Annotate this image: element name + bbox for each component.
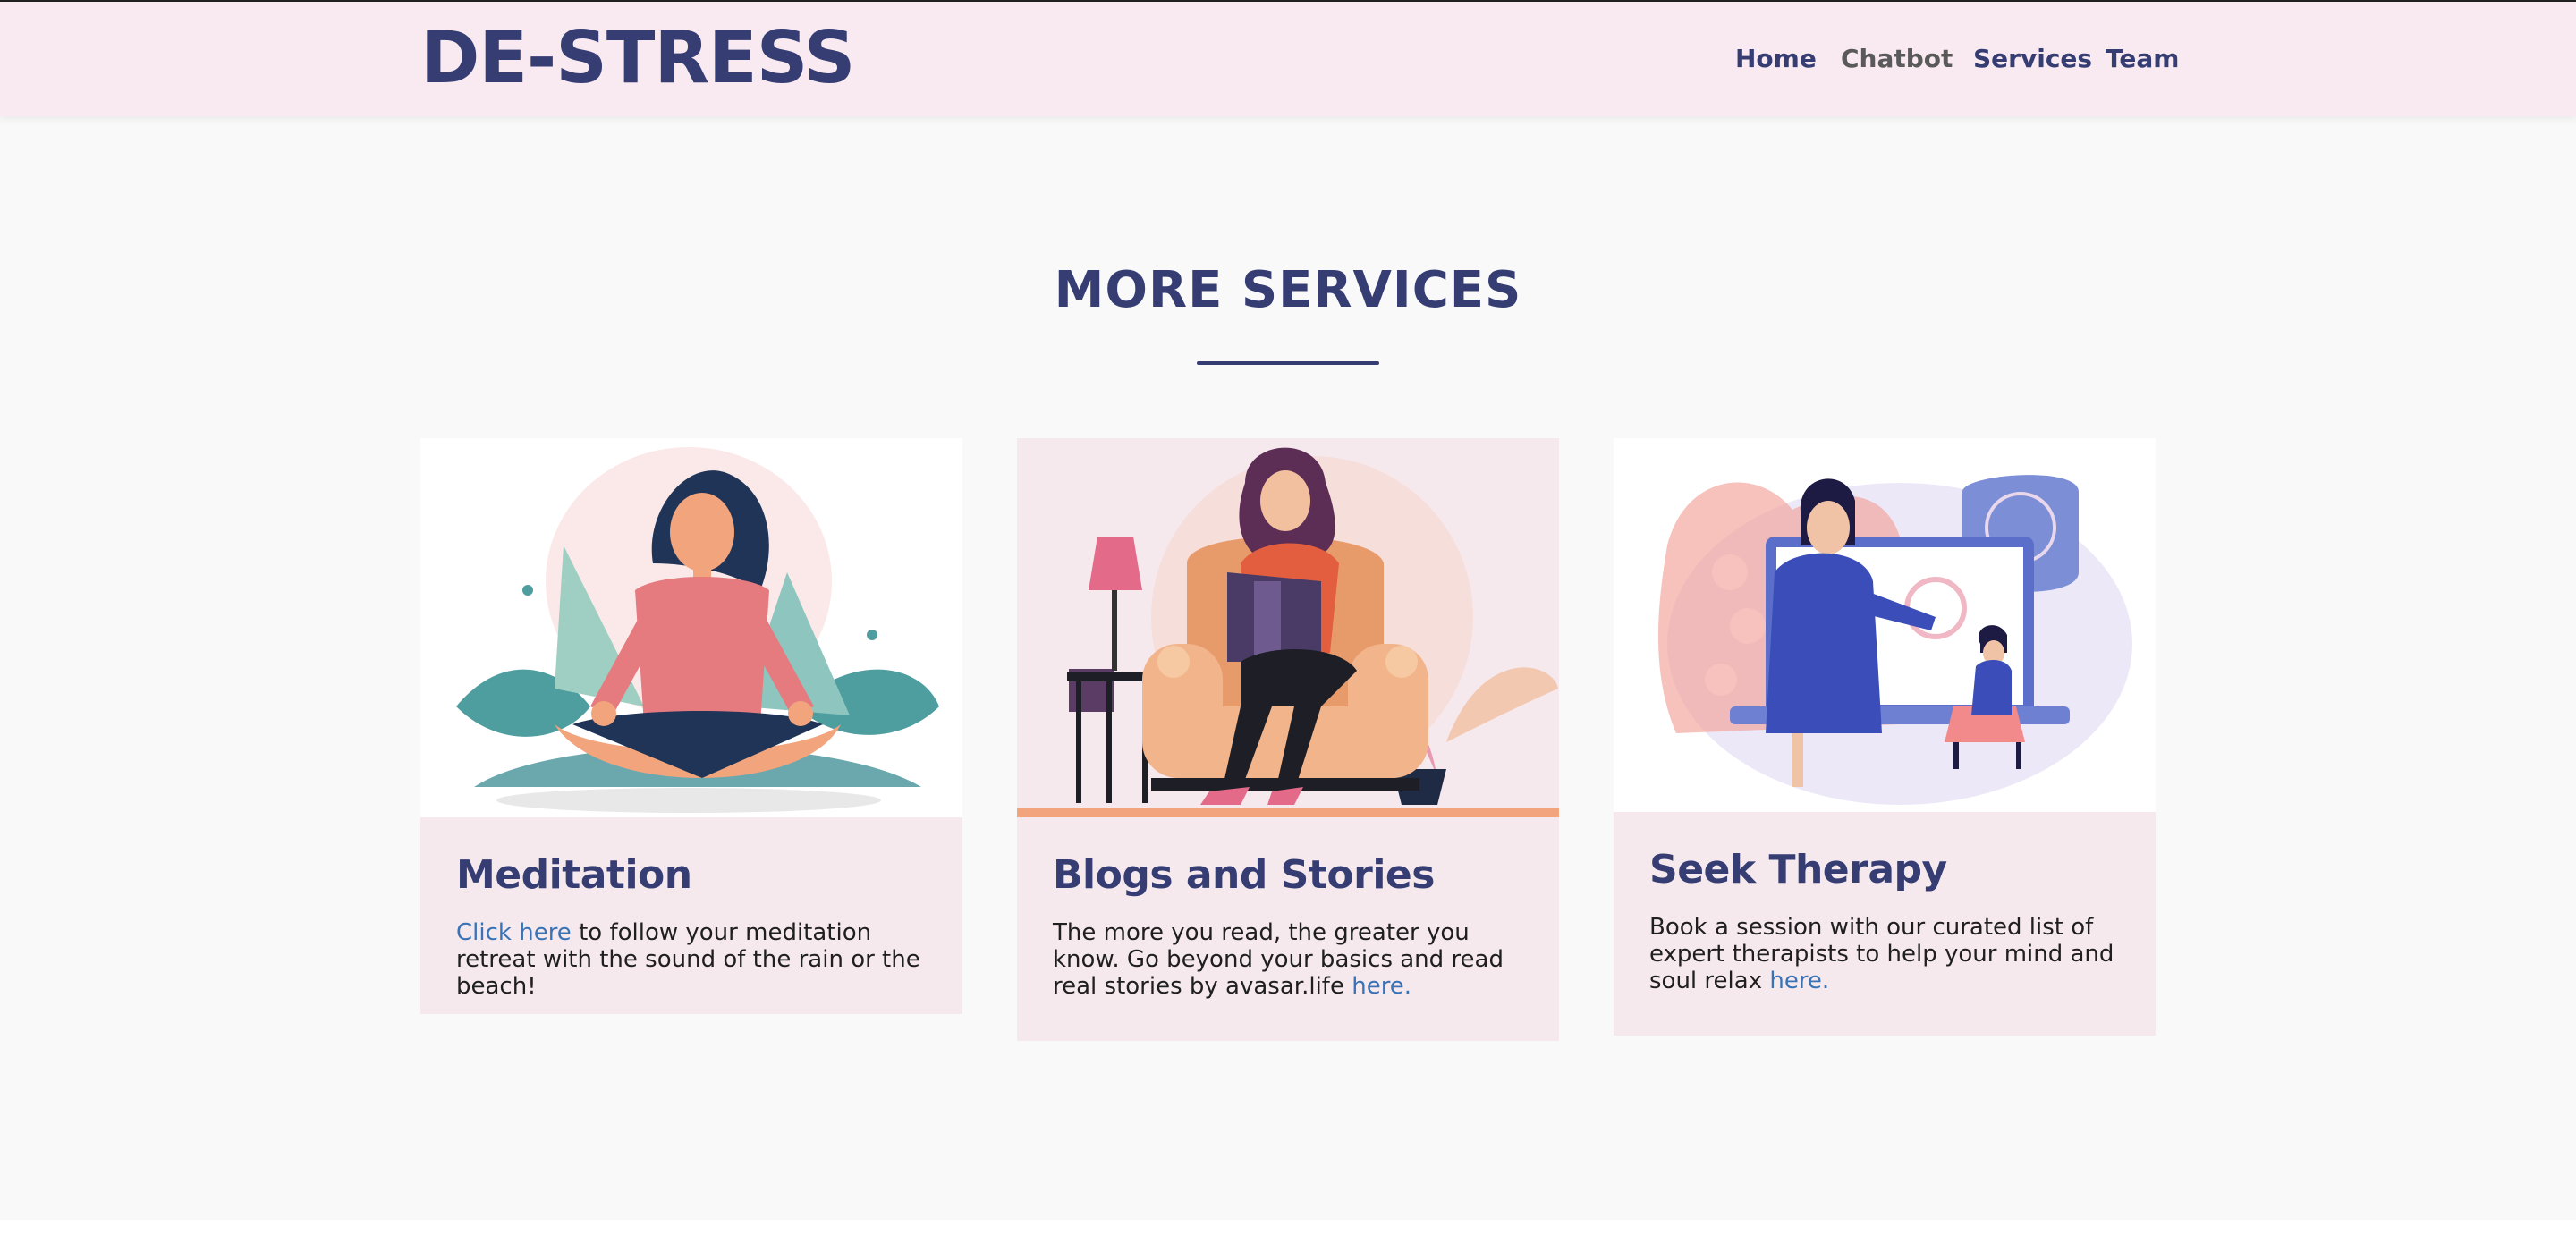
brand-logo[interactable]: DE-STRESS [420,18,855,98]
card-body: Seek Therapy Book a session with our cur… [1614,812,2156,994]
card-body: Blogs and Stories The more you read, the… [1017,817,1559,1000]
card-text: Click here to follow your meditation ret… [456,919,927,1000]
meditation-illustration-icon [420,438,962,817]
section-title: MORE SERVICES [1054,261,1522,319]
blogs-here-link[interactable]: here. [1352,973,1411,1000]
section-divider [1197,361,1379,365]
card-title: Seek Therapy [1649,847,1947,892]
nav-team[interactable]: Team [2106,41,2179,77]
reading-illustration-icon [1017,438,1559,817]
card-therapy: Seek Therapy Book a session with our cur… [1614,438,2156,1036]
page-footer-strip [0,1220,2576,1243]
nav-chatbot[interactable]: Chatbot [1841,41,1953,77]
card-blogs: Blogs and Stories The more you read, the… [1017,438,1559,1041]
card-text: The more you read, the greater you know.… [1053,919,1523,1000]
meditation-click-here-link[interactable]: Click here [456,919,572,946]
card-title: Blogs and Stories [1053,852,1435,898]
nav-home[interactable]: Home [1735,41,1817,77]
card-text-prefix: Book a session with our curated list of … [1649,914,2114,994]
card-text-prefix: The more you read, the greater you know.… [1053,919,1504,1000]
card-text: Book a session with our curated list of … [1649,914,2120,994]
card-meditation: Meditation Click here to follow your med… [420,438,962,1014]
card-title: Meditation [456,852,692,898]
card-body: Meditation Click here to follow your med… [420,817,962,1000]
navbar: DE-STRESS Home Chatbot Services Team [0,2,2576,116]
nav-services[interactable]: Services [1973,41,2092,77]
therapy-illustration-icon [1614,438,2156,812]
therapy-here-link[interactable]: here. [1769,968,1829,994]
